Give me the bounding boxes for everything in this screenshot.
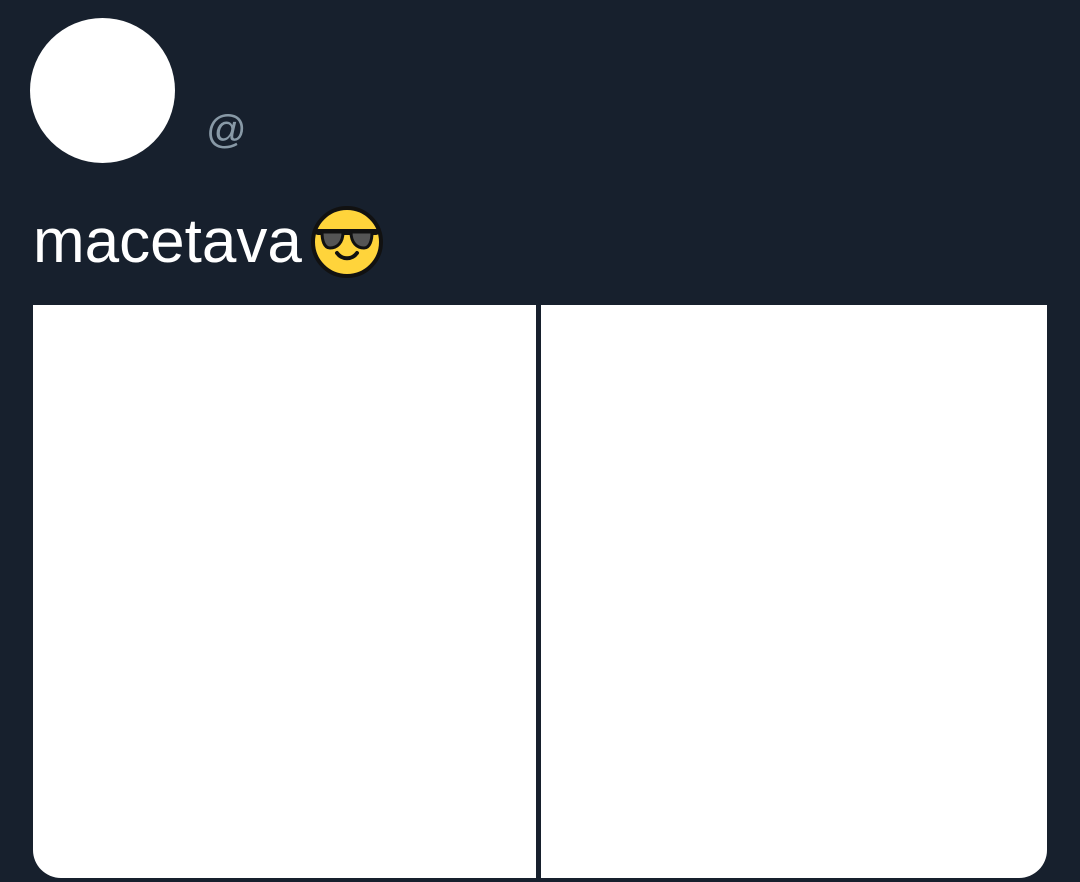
smiling-face-with-sunglasses-icon <box>310 205 384 279</box>
media-grid <box>33 305 1047 878</box>
media-image-left[interactable] <box>33 305 536 878</box>
media-image-right[interactable] <box>541 305 1047 878</box>
user-handle[interactable]: @ <box>206 106 247 154</box>
tweet-text-label: macetava <box>33 207 302 276</box>
tweet-text: macetava <box>33 205 384 279</box>
avatar[interactable] <box>30 18 175 163</box>
display-name[interactable] <box>205 40 405 80</box>
